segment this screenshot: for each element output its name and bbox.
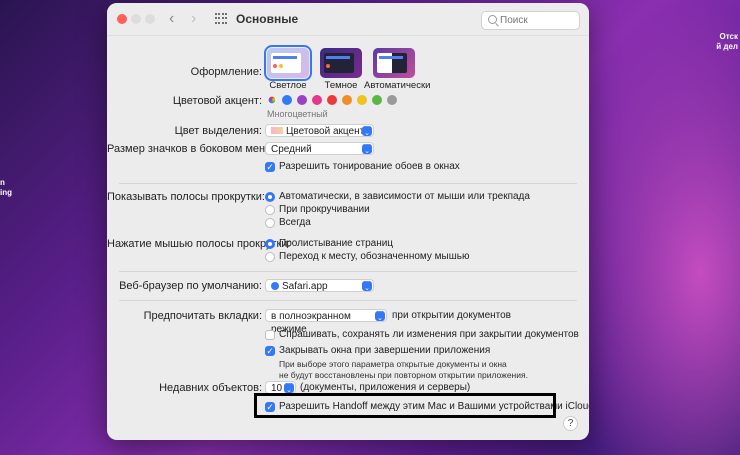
ask-save-label: Спрашивать, сохранять ли изменения при з… (279, 329, 579, 340)
appearance-auto-thumb[interactable] (373, 48, 415, 78)
scrollbars-always-label: Всегда (279, 217, 311, 228)
appearance-auto-caption: Автоматически (364, 80, 431, 91)
sidebar-size-popup[interactable]: Средний ⌃ ⌄ (265, 142, 374, 155)
appearance-light-thumb[interactable] (264, 45, 312, 81)
search-field[interactable] (481, 11, 580, 30)
safari-icon (271, 282, 279, 290)
zoom-button[interactable] (145, 14, 155, 24)
browser-label: Веб-браузер по умолчанию: (119, 280, 262, 292)
desktop-label-left: n ing (0, 178, 12, 197)
recent-suffix: (документы, приложения и серверы) (300, 382, 471, 393)
accent-pink-swatch[interactable] (312, 95, 322, 105)
wallpaper-tint-checkbox[interactable]: ✓ (265, 162, 275, 172)
divider (119, 271, 577, 272)
search-icon (488, 15, 497, 24)
preferences-window: ‹ › Основные Оформление: Светлое Темное … (107, 3, 589, 440)
sidebar-size-label: Размер значков в боковом меню: (107, 143, 277, 155)
wallpaper-tint-label: Разрешить тонирование обоев в окнах (279, 161, 460, 172)
search-input[interactable] (500, 13, 572, 27)
highlight-label: Цвет выделения: (174, 125, 262, 137)
close-button[interactable] (117, 14, 127, 24)
scrollbars-scrolling-radio[interactable] (265, 205, 275, 215)
divider (119, 300, 577, 301)
chevron-updown-icon: ⌃ ⌄ (362, 125, 372, 137)
appearance-light-caption: Светлое (269, 80, 307, 91)
scrollbars-scrolling-label: При прокручивании (279, 204, 370, 215)
tabs-suffix: при открытии документов (392, 310, 511, 321)
close-windows-checkbox[interactable]: ✓ (265, 346, 275, 356)
divider (119, 183, 577, 184)
close-windows-label: Закрывать окна при завершении приложения (279, 345, 491, 356)
accent-graphite-swatch[interactable] (387, 95, 397, 105)
appearance-dark-thumb[interactable] (320, 48, 362, 78)
accent-yellow-swatch[interactable] (357, 95, 367, 105)
accent-green-swatch[interactable] (372, 95, 382, 105)
ask-save-checkbox[interactable] (265, 330, 275, 340)
help-button[interactable]: ? (563, 416, 578, 431)
accent-blue-swatch[interactable] (282, 95, 292, 105)
scroll-click-page-label: Пролистывание страниц (279, 238, 394, 249)
desktop-label-right: Отск й дел (716, 32, 738, 51)
scrollbars-auto-radio[interactable] (265, 192, 275, 202)
scrollbars-label: Показывать полосы прокрутки: (107, 191, 265, 203)
scroll-click-spot-label: Переход к месту, обозначенному мышью (279, 251, 470, 262)
highlight-popup[interactable]: Цветовой акцент ⌃ ⌄ (265, 124, 374, 137)
scrollbars-always-radio[interactable] (265, 218, 275, 228)
scroll-click-label: Нажатие мышью полосы прокрутки: (107, 238, 291, 250)
browser-popup[interactable]: Safari.app ⌃ ⌄ (265, 279, 374, 292)
chevron-updown-icon: ⌃ ⌄ (375, 310, 385, 322)
scroll-click-page-radio[interactable] (265, 239, 275, 249)
show-all-grid-icon[interactable] (215, 13, 227, 25)
scrollbars-auto-label: Автоматически, в зависимости от мыши или… (279, 191, 530, 202)
accent-caption: Многоцветный (267, 109, 328, 119)
recent-label: Недавних объектов: (159, 382, 262, 394)
accent-multicolor-swatch[interactable] (267, 95, 277, 105)
close-windows-note: При выборе этого параметра открытые доку… (279, 359, 528, 380)
titlebar: ‹ › Основные (107, 3, 589, 36)
appearance-label: Оформление: (190, 66, 262, 78)
highlight-swatch (271, 127, 283, 134)
accent-orange-swatch[interactable] (342, 95, 352, 105)
appearance-dark-caption: Темное (324, 80, 358, 91)
window-title: Основные (236, 12, 299, 26)
forward-arrow-icon[interactable]: › (191, 10, 196, 28)
tabs-popup[interactable]: в полноэкранном режиме ⌃ ⌄ (265, 309, 387, 335)
annotation-highlight-box (254, 393, 556, 418)
accent-label: Цветовой акцент: (172, 95, 262, 107)
accent-purple-swatch[interactable] (297, 95, 307, 105)
chevron-updown-icon: ⌃ ⌄ (284, 382, 294, 394)
minimize-button[interactable] (131, 14, 141, 24)
chevron-updown-icon: ⌃ ⌄ (362, 280, 372, 292)
scroll-click-spot-radio[interactable] (265, 252, 275, 262)
chevron-updown-icon: ⌃ ⌄ (362, 143, 372, 155)
tabs-label: Предпочитать вкладки: (143, 310, 262, 322)
accent-red-swatch[interactable] (327, 95, 337, 105)
back-arrow-icon[interactable]: ‹ (169, 10, 174, 28)
